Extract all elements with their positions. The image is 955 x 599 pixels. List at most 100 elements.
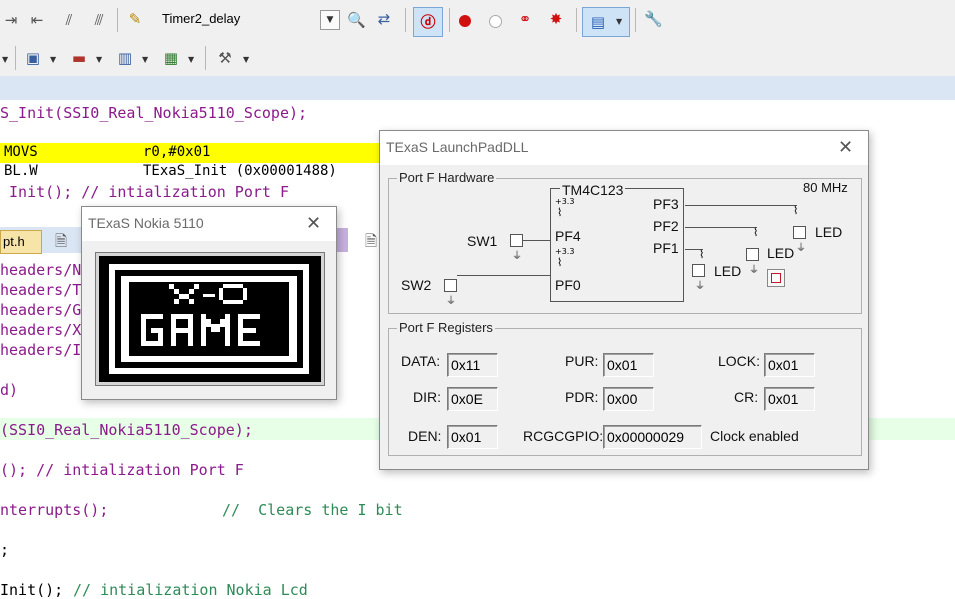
serial-window-icon[interactable]: ▥ (116, 49, 134, 67)
uncomment-icon[interactable]: ⫻ (90, 11, 108, 29)
asm-operands: r0,#0x01 (143, 144, 211, 160)
sw1-switch[interactable] (510, 234, 523, 247)
asm-operands: TExaS_Init (0x00001488) (143, 163, 337, 179)
pin-pf3: PF3 (653, 196, 679, 212)
code-line: d) (0, 381, 19, 399)
outdent-icon[interactable]: ⇤ (28, 11, 46, 29)
current-instruction-row: MOVS r0,#0x01 (0, 143, 390, 163)
ground-icon: ⏚ (512, 251, 522, 262)
led-pf2 (746, 248, 759, 261)
rcgcgpio-register-field[interactable]: 0x00000029 (603, 425, 702, 449)
comment-icon[interactable]: ⫽ (60, 11, 78, 29)
breakpoint-icon[interactable] (459, 15, 471, 27)
chevron-down-icon[interactable]: ▼ (142, 55, 148, 64)
led-pf3 (793, 226, 806, 239)
led-lit-icon (771, 273, 781, 283)
wire-pf0 (457, 275, 550, 276)
lock-label: LOCK: (718, 353, 761, 369)
disable-breakpoint-icon[interactable] (489, 15, 502, 28)
chevron-down-icon[interactable]: ▼ (188, 55, 194, 64)
code-line-texas-init: S_Init(SSI0_Real_Nokia5110_Scope); (0, 104, 308, 122)
kill-breakpoints-icon[interactable]: ⚭ (516, 10, 534, 28)
chevron-down-icon: ▼ (616, 17, 623, 26)
target-combo[interactable]: Timer2_delay ▼ (154, 9, 340, 31)
chevron-down-icon[interactable]: ▼ (50, 55, 56, 64)
wire-pf2 (685, 227, 757, 228)
clear-breakpoints-icon[interactable]: ✸ (547, 10, 565, 28)
asm-mnemonic: MOVS (4, 144, 38, 160)
title-bar[interactable]: TExaS LaunchPadDLL ✕ (380, 131, 868, 165)
main-toolbar: ⇥ ⇤ ⫽ ⫻ ✎ Timer2_delay ▼ 🔍 ⇄ ⓓ ⚭ ✸ ▤ ▼ 🔧 (0, 0, 955, 41)
close-icon[interactable]: ✕ (838, 137, 853, 158)
code-line-scope: (SSI0_Real_Nokia5110_Scope); (0, 421, 253, 439)
den-register-field[interactable]: 0x01 (447, 425, 498, 449)
ground-icon: ⏚ (749, 265, 759, 276)
clock-status: Clock enabled (710, 428, 799, 444)
wire-pf4 (523, 240, 550, 241)
chip-label: TM4C123 (560, 182, 626, 198)
toolbar-separator (405, 8, 406, 32)
chevron-down-icon[interactable]: ▼ (2, 55, 8, 64)
tab-label: pt.h (3, 234, 25, 249)
launchpad-dll-window[interactable]: TExaS LaunchPadDLL ✕ Port F Hardware TM4… (379, 130, 869, 470)
resistor-icon: ⌇ (753, 226, 759, 239)
title-bar[interactable]: TExaS Nokia 5110 ✕ (82, 207, 336, 241)
resistor-icon: ⌇ (557, 206, 563, 219)
lock-register-field[interactable]: 0x01 (764, 353, 815, 377)
code-line-port-f: (); // intialization Port F (0, 461, 244, 479)
code-line: headers/T (0, 281, 82, 299)
debug-icon: ⓓ (420, 13, 436, 31)
vcc-label: +3.3 (555, 247, 575, 256)
code-comment: // intialization Nokia Lcd (73, 581, 308, 599)
chevron-down-icon[interactable]: ▼ (96, 55, 102, 64)
disassembly-header-strip (0, 76, 955, 100)
led-label: LED (767, 245, 795, 261)
toolbar-separator (15, 46, 16, 70)
command-window-icon[interactable]: ▣ (24, 49, 42, 67)
find-icon[interactable]: 🔍 (347, 11, 366, 29)
window-title: TExaS Nokia 5110 (88, 215, 204, 231)
window-icon: ▤ (590, 13, 606, 31)
indent-icon[interactable]: ⇥ (2, 11, 20, 29)
file-icon[interactable]: 🗎 (52, 232, 70, 250)
replace-icon[interactable]: ⇄ (375, 10, 393, 28)
clock-speed: 80 MHz (803, 180, 848, 195)
analysis-window-icon[interactable]: ▬ (70, 49, 88, 67)
pin-pf0: PF0 (555, 277, 581, 293)
tab-ptr-h[interactable]: pt.h (0, 230, 42, 254)
settings-icon[interactable]: 🔧 (644, 10, 663, 28)
port-f-hardware-group: Port F Hardware TM4C123 80 MHz PF3 PF2 P… (388, 170, 862, 314)
sw2-switch[interactable] (444, 279, 457, 292)
sw2-label: SW2 (401, 277, 432, 293)
close-icon[interactable]: ✕ (306, 213, 321, 234)
rgb-led-indicator (767, 269, 785, 287)
wire-pf3 (685, 205, 797, 206)
cr-label: CR: (734, 389, 759, 405)
resistor-icon: ⌇ (557, 256, 563, 269)
code-line-nokia: Init(); (0, 581, 64, 599)
chevron-down-icon[interactable]: ▼ (320, 10, 340, 30)
resistor-icon: ⌇ (793, 204, 799, 217)
disassembly-row: BL.W TExaS_Init (0x00001488) (0, 162, 390, 182)
pin-pf1: PF1 (653, 240, 679, 256)
nokia-5110-window[interactable]: TExaS Nokia 5110 ✕ (81, 206, 337, 400)
toolbar-separator (576, 8, 577, 32)
code-line-interrupts: nterrupts(); (0, 501, 109, 519)
pur-register-field[interactable]: 0x01 (603, 353, 654, 377)
data-register-field[interactable]: 0x11 (447, 353, 498, 377)
toolbox-icon[interactable]: ⚒ (216, 49, 234, 67)
code-line: headers/G (0, 301, 82, 319)
dir-register-field[interactable]: 0x0E (447, 387, 498, 411)
debug-toolbar: ▼ ▣ ▼ ▬ ▼ ▥ ▼ ▦ ▼ ⚒ ▼ (0, 40, 955, 77)
pdr-register-field[interactable]: 0x00 (603, 387, 654, 411)
rcgcgpio-label: RCGCGPIO: (523, 428, 604, 444)
system-viewer-icon[interactable]: ▦ (162, 49, 180, 67)
file-icon[interactable]: 🗎 (362, 232, 380, 250)
code-comment: // Clears the I bit (222, 501, 403, 519)
cr-register-field[interactable]: 0x01 (764, 387, 815, 411)
open-file-icon[interactable]: ✎ (126, 10, 144, 28)
chevron-down-icon[interactable]: ▼ (243, 55, 249, 64)
window-layout-button[interactable]: ▤ ▼ (582, 7, 630, 37)
debug-button[interactable]: ⓓ (413, 7, 443, 37)
pdr-label: PDR: (565, 389, 599, 405)
